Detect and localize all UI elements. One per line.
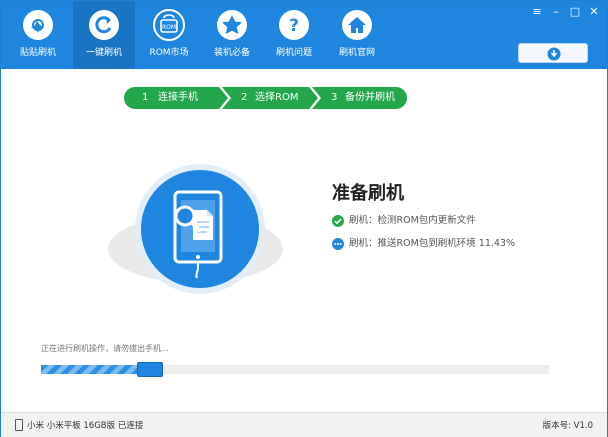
step-number: 3 — [331, 92, 338, 103]
top-nav-bar: 贴贴刷机 一键刷机 ROM ROM市场 装机必备 ? 刷机问题 刷机官网 ≡ –… — [1, 1, 607, 69]
nav-label: 刷机问题 — [275, 48, 312, 58]
step-2: 2 选择ROM — [222, 87, 318, 109]
window-controls: ≡ – □ ✕ — [530, 5, 601, 19]
menu-icon[interactable]: ≡ — [530, 5, 544, 19]
step-label: 备份并刷机 — [345, 92, 395, 103]
nav-item-one-click-flash[interactable]: 一键刷机 — [73, 1, 135, 69]
svg-text:ROM: ROM — [162, 24, 176, 31]
step-number: 1 — [142, 92, 149, 103]
progress-bar — [41, 362, 549, 377]
app-window: 贴贴刷机 一键刷机 ROM ROM市场 装机必备 ? 刷机问题 刷机官网 ≡ –… — [0, 0, 608, 437]
device-status: 小米 小米平板 16GB版 已连接 — [27, 421, 144, 431]
nav-label: 装机必备 — [213, 48, 250, 58]
nav-label: 一键刷机 — [85, 48, 122, 58]
phone-search-icon — [173, 190, 223, 279]
phone-icon — [15, 419, 23, 431]
step-3: 3 备份并刷机 — [312, 87, 407, 109]
step-indicator: 1 连接手机 2 选择ROM 3 备份并刷机 — [124, 87, 407, 109]
nav-item-flash-questions[interactable]: ? 刷机问题 — [263, 1, 325, 69]
step-label: 连接手机 — [158, 92, 198, 103]
minimize-icon[interactable]: – — [549, 5, 563, 19]
star-icon — [216, 9, 248, 41]
step-number: 2 — [241, 92, 248, 103]
status-item-text: 刷机：检测ROM包内更新文件 — [349, 215, 476, 226]
maximize-icon[interactable]: □ — [568, 5, 582, 19]
close-icon[interactable]: ✕ — [587, 5, 601, 19]
download-button[interactable] — [518, 43, 588, 63]
svg-text:?: ? — [289, 16, 299, 36]
nav-item-essentials[interactable]: 装机必备 — [201, 1, 263, 69]
question-icon: ? — [278, 9, 310, 41]
refresh-icon — [88, 9, 120, 41]
status-item-text: 刷机：推送ROM包到刷机环境 11.43% — [349, 238, 516, 249]
progress-label: 正在进行刷机操作，请勿拔出手机... — [41, 344, 169, 353]
nav-label: 刷机官网 — [338, 48, 375, 58]
nav-item-home-brand[interactable]: 贴贴刷机 — [7, 1, 69, 69]
step-label: 选择ROM — [255, 92, 299, 103]
nav-label: ROM市场 — [149, 48, 189, 58]
nav-item-rom-market[interactable]: ROM ROM市场 — [138, 1, 200, 69]
step-1: 1 连接手机 — [124, 87, 228, 109]
download-icon — [547, 47, 561, 61]
rom-bag-icon: ROM — [153, 9, 185, 41]
nav-label: 贴贴刷机 — [19, 48, 56, 58]
bottom-status-bar: 小米 小米平板 16GB版 已连接 版本号: V1.0 — [1, 412, 607, 437]
progress-thumb — [137, 362, 163, 377]
home-icon — [341, 9, 373, 41]
dots-circle-icon — [332, 238, 344, 250]
nav-item-official-site[interactable]: 刷机官网 — [326, 1, 388, 69]
version-label: 版本号: V1.0 — [542, 421, 593, 431]
logo-icon — [22, 9, 54, 41]
status-title: 准备刷机 — [332, 183, 404, 204]
check-circle-icon — [332, 215, 344, 227]
